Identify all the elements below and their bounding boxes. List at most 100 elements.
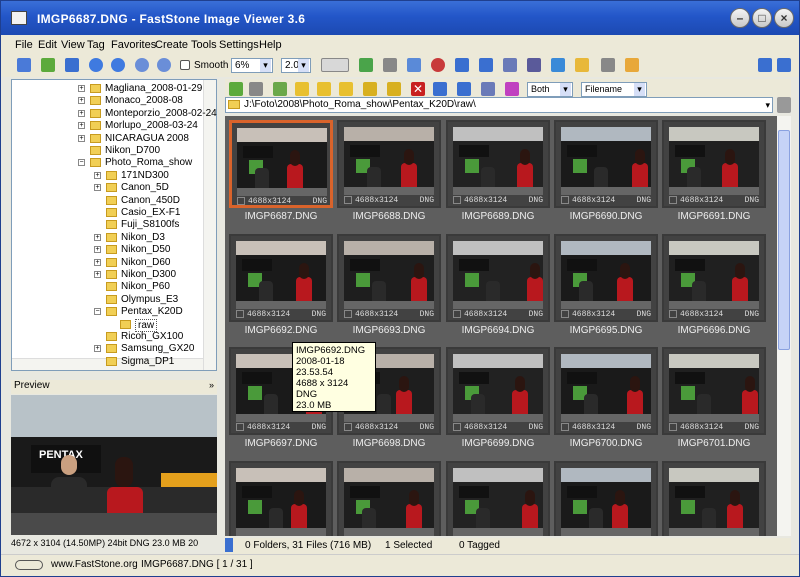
maximize-icon[interactable]: □ <box>752 8 772 28</box>
tag-checkbox[interactable] <box>236 310 244 318</box>
copy-to-icon[interactable] <box>363 82 377 96</box>
smooth-checkbox[interactable] <box>180 60 190 70</box>
menu-favorites[interactable]: Favorites <box>111 39 156 51</box>
menu-settings[interactable]: Settings <box>219 39 259 51</box>
expand-icon[interactable]: + <box>94 345 101 353</box>
expand-icon[interactable]: + <box>78 109 85 117</box>
expand-icon[interactable]: + <box>94 171 101 179</box>
path-input[interactable]: J:\Foto\2008\Photo_Roma_show\Pentax_K20D… <box>225 97 773 113</box>
tag-checkbox[interactable] <box>669 310 677 318</box>
thumbnail-frame[interactable]: 4688x3124 DNG <box>554 120 658 208</box>
view-thumbs-icon[interactable] <box>457 82 471 96</box>
new-folder-icon[interactable] <box>339 82 353 96</box>
print-icon[interactable] <box>601 58 615 72</box>
expand-icon[interactable]: + <box>94 184 101 192</box>
tag-checkbox[interactable] <box>344 310 352 318</box>
scroll-thumb[interactable] <box>778 130 790 350</box>
thumbnail-frame[interactable]: 4688x3124 DNG <box>446 234 550 322</box>
menu-create[interactable]: Create <box>155 39 188 51</box>
expand-icon[interactable]: + <box>78 122 85 130</box>
thumbnail-frame[interactable]: 4688x3124 DNG <box>446 120 550 208</box>
thumbnail-frame[interactable] <box>662 461 766 536</box>
expand-icon[interactable]: + <box>78 97 85 105</box>
thumbnail-frame[interactable] <box>446 461 550 536</box>
sort-select[interactable]: Filename <box>581 82 647 97</box>
tag-checkbox[interactable] <box>669 196 677 204</box>
red-eye-icon[interactable] <box>431 58 445 72</box>
expand-icon[interactable]: + <box>78 85 85 92</box>
rotate-icon[interactable] <box>359 58 373 72</box>
prev-icon[interactable] <box>89 58 103 72</box>
tag-checkbox[interactable] <box>453 310 461 318</box>
expand-icon[interactable]: − <box>94 308 101 316</box>
zoom-select[interactable]: 6% <box>231 58 273 73</box>
expand-icon[interactable]: + <box>94 258 101 266</box>
favorite-icon[interactable] <box>317 82 331 96</box>
fullscreen-icon[interactable] <box>527 58 541 72</box>
email-icon[interactable] <box>575 58 589 72</box>
move-to-icon[interactable] <box>387 82 401 96</box>
expand-icon[interactable]: + <box>78 134 85 142</box>
thumbnail-scrollbar[interactable] <box>777 116 791 536</box>
menu-help[interactable]: Help <box>259 39 282 51</box>
tag-checkbox[interactable] <box>669 423 677 431</box>
thumbnail-frame[interactable] <box>337 461 441 536</box>
tag-checkbox[interactable] <box>561 423 569 431</box>
website-link[interactable]: www.FastStone.org <box>51 559 138 570</box>
menu-file[interactable]: File <box>15 39 33 51</box>
slideshow-icon[interactable] <box>551 58 565 72</box>
thumbnail-frame[interactable]: 4688x3124 DNG <box>662 120 766 208</box>
minimize-icon[interactable]: – <box>730 8 750 28</box>
flip-icon[interactable] <box>455 58 469 72</box>
back-icon[interactable] <box>229 82 243 96</box>
tag-checkbox[interactable] <box>453 423 461 431</box>
menu-edit[interactable]: Edit <box>38 39 57 51</box>
compare-icon[interactable] <box>503 58 517 72</box>
thumbnail-frame[interactable]: 4688x3124 DNG <box>446 347 550 435</box>
undo-icon[interactable] <box>479 58 493 72</box>
tag-checkbox[interactable] <box>237 197 245 205</box>
forward-icon[interactable] <box>249 82 263 96</box>
ratio-select[interactable]: 2.0 <box>281 58 311 73</box>
thumbnail-frame[interactable] <box>229 461 333 536</box>
browse-icon[interactable] <box>41 58 55 72</box>
delete-icon[interactable]: ✕ <box>411 82 425 96</box>
thumbnail-frame[interactable]: 4688x3124 DNG <box>337 234 441 322</box>
next-icon[interactable] <box>111 58 125 72</box>
view-list-icon[interactable] <box>481 82 495 96</box>
recycle-icon[interactable] <box>777 97 791 113</box>
collapse-icon[interactable]: » <box>209 380 214 390</box>
wallpaper-icon[interactable] <box>625 58 639 72</box>
thumbnail-frame[interactable]: 4688x3124 DNG <box>229 234 333 322</box>
up-folder-icon[interactable] <box>273 82 287 96</box>
open-icon[interactable] <box>17 58 31 72</box>
zoom-out-icon[interactable] <box>157 58 171 72</box>
tag-checkbox[interactable] <box>236 423 244 431</box>
close-icon[interactable]: × <box>774 8 794 28</box>
expand-icon[interactable]: + <box>94 246 101 254</box>
resize-icon[interactable] <box>407 58 421 72</box>
thumbnail-frame[interactable]: 4688x3124 DNG <box>229 120 333 208</box>
crop-icon[interactable] <box>383 58 397 72</box>
menu-tools[interactable]: Tools <box>191 39 217 51</box>
path-dropdown-icon[interactable]: ▾ <box>765 98 770 112</box>
thumbnail-frame[interactable]: 4688x3124 DNG <box>554 234 658 322</box>
fit-icon[interactable] <box>777 58 791 72</box>
tag-checkbox[interactable] <box>561 310 569 318</box>
hand-tool-icon[interactable] <box>321 58 349 72</box>
thumbnail-frame[interactable]: 4688x3124 DNG <box>662 234 766 322</box>
tag-checkbox[interactable] <box>561 196 569 204</box>
tag-checkbox[interactable] <box>344 423 352 431</box>
tag-checkbox[interactable] <box>453 196 461 204</box>
save-icon[interactable] <box>65 58 79 72</box>
thumbnail-frame[interactable]: 4688x3124 DNG <box>554 347 658 435</box>
filter-select[interactable]: Both <box>527 82 573 97</box>
thumbnail-frame[interactable]: 4688x3124 DNG <box>662 347 766 435</box>
expand-icon[interactable]: + <box>94 271 101 278</box>
zoom-in-icon[interactable] <box>135 58 149 72</box>
tree-vertical-scrollbar[interactable] <box>203 80 216 370</box>
menu-view[interactable]: View <box>61 39 85 51</box>
title-bar[interactable]: IMGP6687.DNG - FastStone Image Viewer 3.… <box>1 1 799 35</box>
select-all-icon[interactable] <box>505 82 519 96</box>
expand-icon[interactable]: + <box>94 233 101 241</box>
